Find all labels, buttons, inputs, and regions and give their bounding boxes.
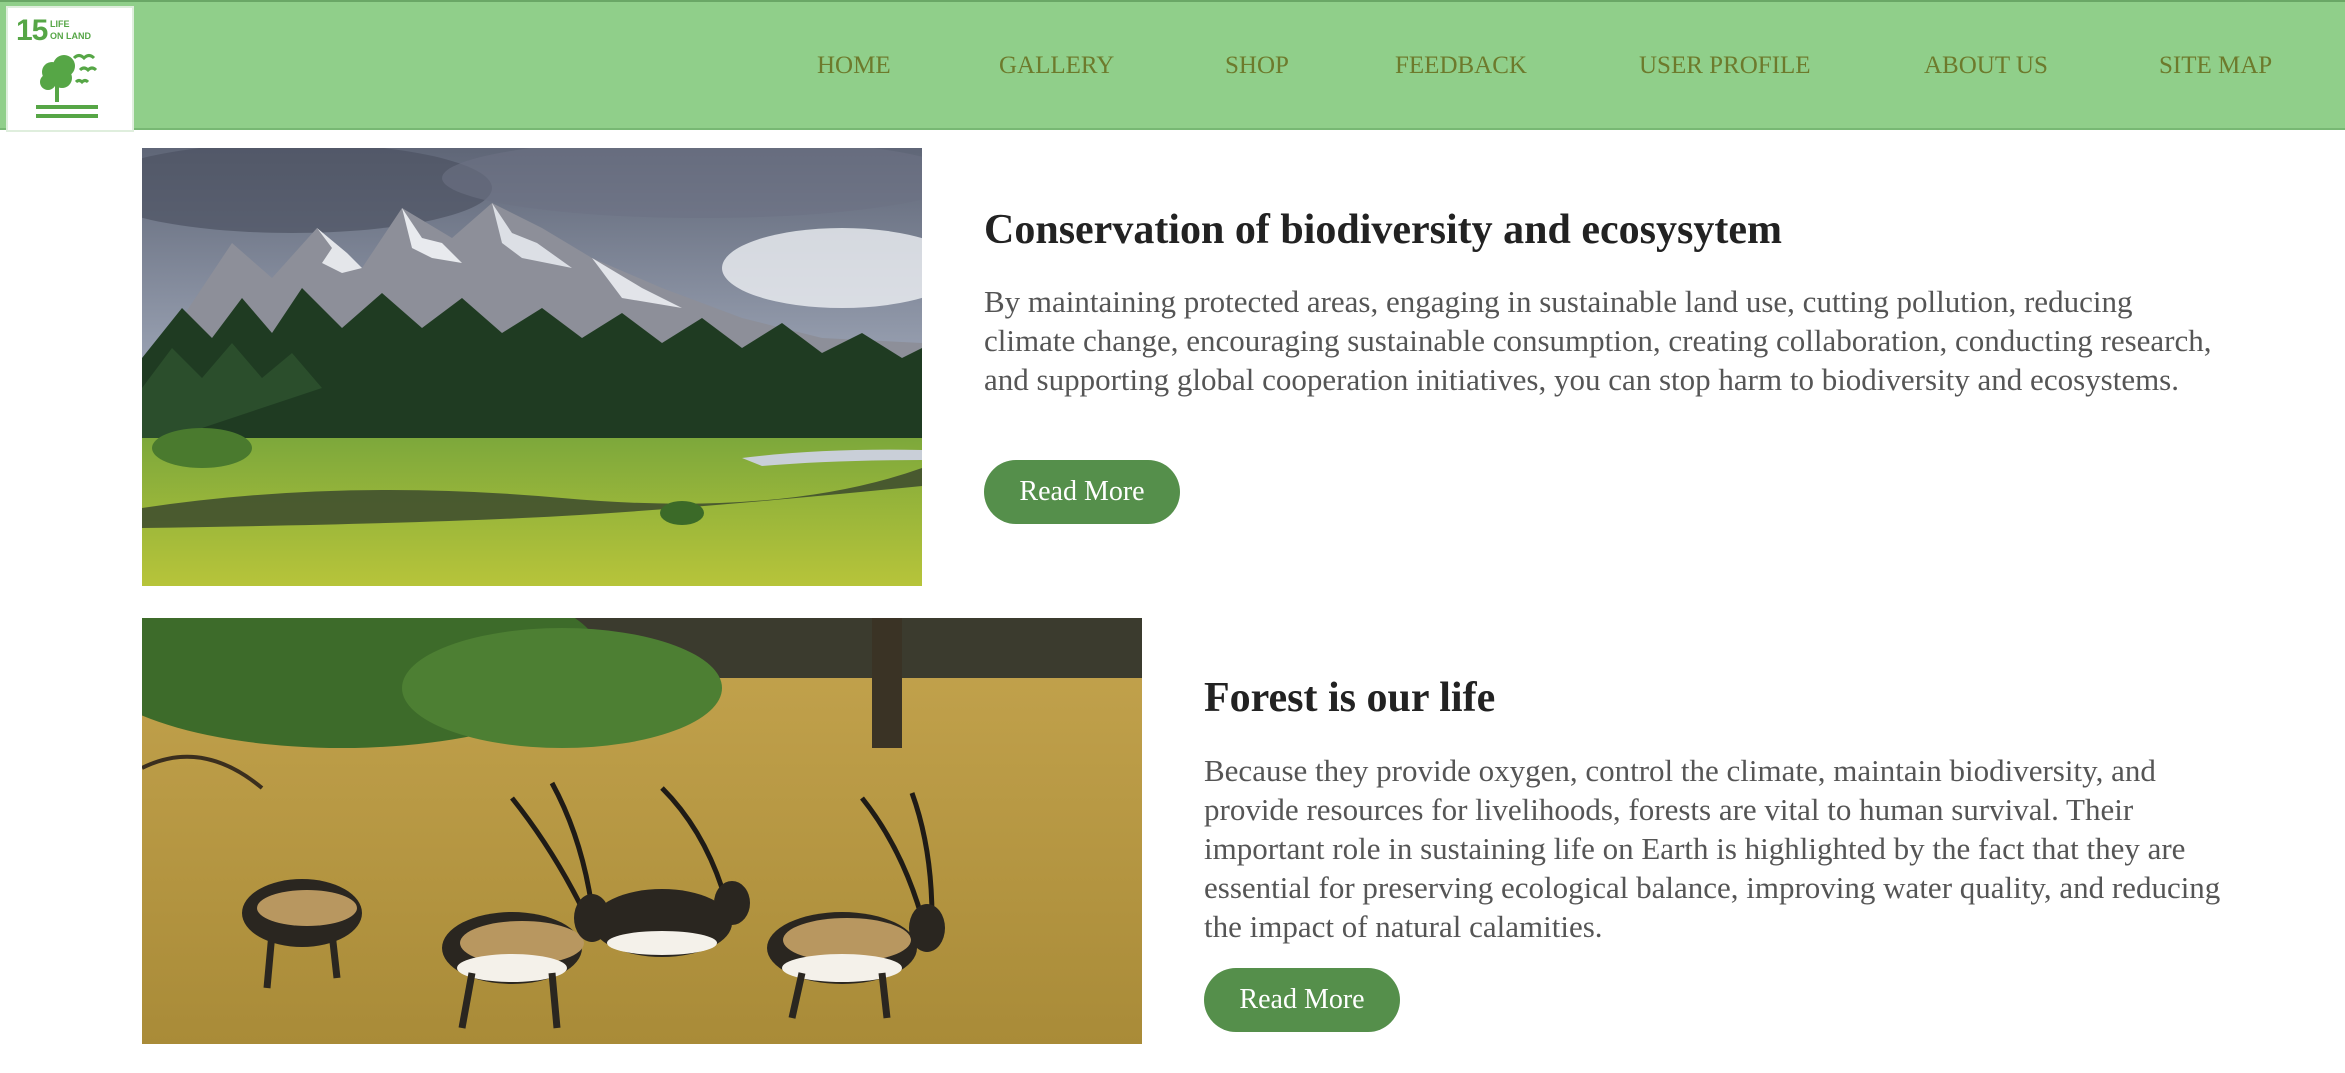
article-text: By maintaining protected areas, engaging… <box>984 284 2212 397</box>
logo-number: 15 <box>16 14 48 47</box>
nav-link-site-map[interactable]: SITE MAP <box>2159 52 2272 80</box>
nav-link-feedback[interactable]: FEEDBACK <box>1395 52 1527 80</box>
article-text: Because they provide oxygen, control the… <box>1204 753 2221 944</box>
logo-title-line2: ON LAND <box>50 31 91 41</box>
antelope-herd-grassland-photo <box>142 618 1142 1044</box>
mountain-forest-landscape-photo <box>142 148 922 586</box>
article-title: Conservation of biodiversity and ecosysy… <box>984 207 1782 253</box>
nav-link-shop[interactable]: SHOP <box>1225 52 1289 80</box>
navbar: 15 LIFE ON LAND HOME GALLERY SHOP FEEDBA… <box>0 0 2345 132</box>
nav-link-home[interactable]: HOME <box>817 52 891 80</box>
logo-title-line1: LIFE <box>50 19 70 29</box>
nav-link-user-profile[interactable]: USER PROFILE <box>1639 52 1811 80</box>
article-title: Forest is our life <box>1204 675 1496 721</box>
sdg-15-logo[interactable]: 15 LIFE ON LAND <box>6 6 134 132</box>
read-more-button[interactable]: Read More <box>984 460 1180 524</box>
logo-title: LIFE ON LAND <box>50 18 100 42</box>
read-more-button[interactable]: Read More <box>1204 968 1400 1032</box>
tree-birds-icon <box>36 54 98 118</box>
nav-link-about-us[interactable]: ABOUT US <box>1924 52 2048 80</box>
nav-link-gallery[interactable]: GALLERY <box>999 52 1114 80</box>
